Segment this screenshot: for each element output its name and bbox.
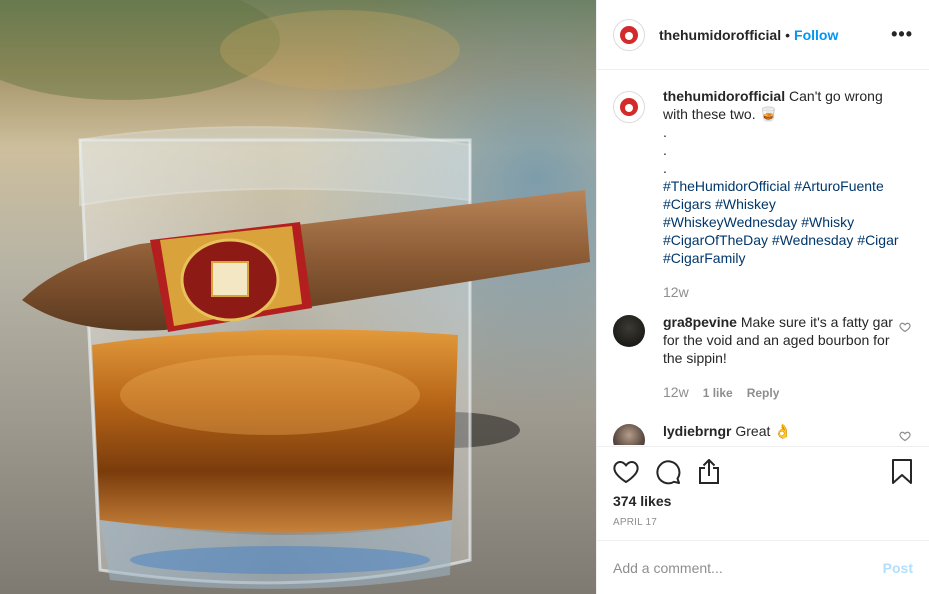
comments-list[interactable]: thehumidorofficial Can't go wrong with t… (597, 71, 929, 445)
post-button[interactable]: Post (883, 560, 913, 576)
hashtags[interactable]: #CigarFamily (663, 249, 911, 267)
comment-icon[interactable] (655, 459, 681, 485)
share-icon[interactable] (697, 459, 721, 485)
reply-button[interactable]: Reply (747, 384, 780, 402)
post-header: thehumidorofficial • Follow ••• (597, 0, 929, 70)
heart-icon[interactable] (613, 460, 639, 484)
caption-dot: . (663, 160, 667, 176)
cigar-whiskey-photo (0, 0, 596, 594)
comment-body: lydiebrngr Great 👌 (663, 422, 893, 445)
post-viewer: thehumidorofficial • Follow ••• thehumid… (0, 0, 929, 594)
post-date: APRIL 17 (613, 517, 658, 528)
brand-logo-icon (620, 25, 638, 44)
add-comment-bar: Post (597, 540, 929, 594)
comment-username[interactable]: gra8pevine (663, 314, 737, 330)
comment-likes[interactable]: 1 like (703, 384, 733, 402)
header-username[interactable]: thehumidorofficial (659, 27, 781, 43)
likes-count[interactable]: 374 likes (613, 493, 913, 509)
caption-dot: . (663, 124, 667, 140)
avatar[interactable] (613, 18, 645, 51)
comment-item: lydiebrngr Great 👌 (613, 422, 913, 445)
header-separator: • (785, 26, 791, 43)
comment-input[interactable] (613, 559, 883, 576)
caption-username[interactable]: thehumidorofficial (663, 88, 785, 104)
avatar[interactable] (613, 315, 645, 347)
comment-body: gra8pevine Make sure it's a fatty gar fo… (663, 313, 893, 402)
comment-meta: 12w 1 like Reply (663, 383, 893, 402)
heart-icon[interactable] (899, 430, 913, 445)
caption-age: 12w (663, 284, 689, 300)
caption-body: thehumidorofficial Can't go wrong with t… (663, 87, 911, 301)
hashtags[interactable]: #CigarOfTheDay #Wednesday #Cigar (663, 231, 911, 249)
action-icons (613, 447, 913, 497)
hashtags[interactable]: #WhiskeyWednesday #Whisky (663, 213, 911, 231)
post-details-panel: thehumidorofficial • Follow ••• thehumid… (596, 0, 929, 594)
comment-username[interactable]: lydiebrngr (663, 423, 731, 439)
comment-item: gra8pevine Make sure it's a fatty gar fo… (613, 313, 913, 402)
caption-dot: . (663, 142, 667, 158)
hashtags[interactable]: #Cigars #Whiskey (663, 195, 911, 213)
brand-logo-icon (620, 98, 638, 116)
post-image[interactable] (0, 0, 596, 594)
comment-text: Great 👌 (735, 423, 792, 439)
bookmark-icon[interactable] (891, 459, 913, 485)
heart-icon[interactable] (899, 321, 913, 402)
follow-button[interactable]: Follow (794, 27, 838, 43)
avatar[interactable] (613, 424, 645, 445)
caption-meta: 12w (663, 283, 911, 301)
caption: thehumidorofficial Can't go wrong with t… (613, 87, 913, 301)
avatar[interactable] (613, 91, 645, 123)
comment-age: 12w (663, 384, 689, 400)
post-actions: 374 likes APRIL 17 (597, 446, 929, 528)
hashtags[interactable]: #TheHumidorOfficial #ArturoFuente (663, 177, 911, 195)
more-icon[interactable]: ••• (891, 24, 913, 45)
